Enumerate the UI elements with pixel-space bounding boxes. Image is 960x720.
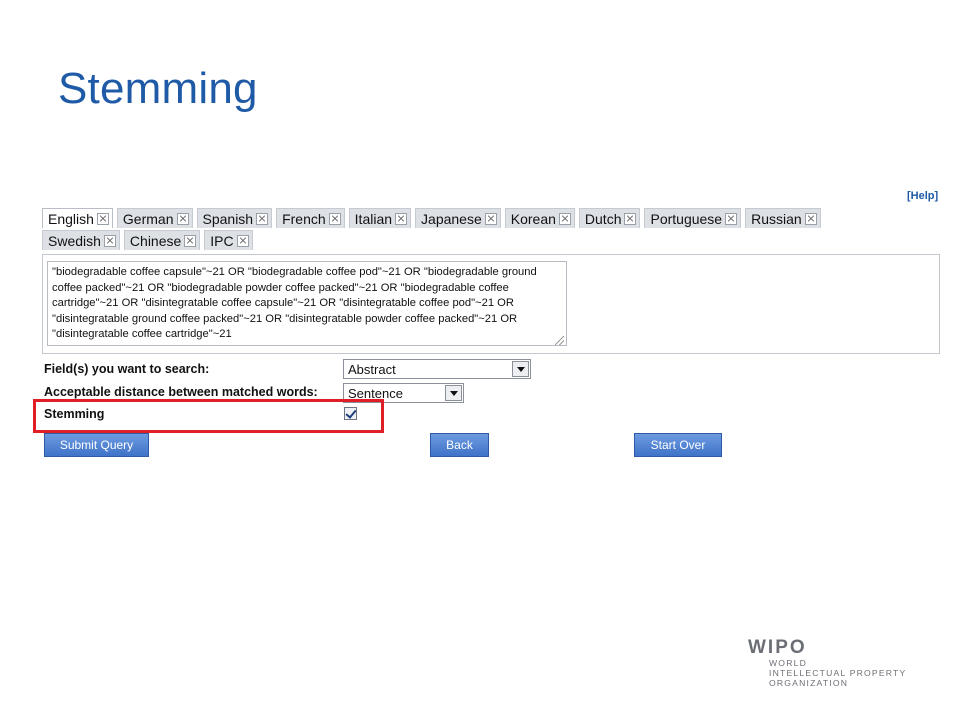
- wipo-logo-line-3: ORGANIZATION: [769, 678, 849, 688]
- close-icon[interactable]: [256, 212, 269, 225]
- tab-chinese[interactable]: Chinese: [123, 230, 201, 250]
- wipo-logo: WIPO WORLD INTELLECTUAL PROPERTY ORGANIZ…: [748, 637, 907, 689]
- close-icon[interactable]: [558, 212, 571, 225]
- tab-label: German: [122, 210, 174, 227]
- close-icon[interactable]: [725, 212, 738, 225]
- tab-label: Spanish: [202, 210, 254, 227]
- close-icon[interactable]: [395, 212, 408, 225]
- tab-label: Swedish: [48, 232, 101, 249]
- tab-label: French: [282, 210, 326, 227]
- tab-french[interactable]: French: [276, 208, 345, 228]
- highlight-frame: [33, 399, 384, 433]
- tab-label: Russian: [751, 210, 802, 227]
- tab-english[interactable]: English: [42, 208, 113, 228]
- submit-query-button[interactable]: Submit Query: [44, 433, 149, 457]
- tab-russian[interactable]: Russian: [745, 208, 821, 228]
- close-icon[interactable]: [328, 212, 341, 225]
- start-over-button[interactable]: Start Over: [634, 433, 722, 457]
- wipo-logo-line-2: INTELLECTUAL PROPERTY: [769, 668, 907, 678]
- distance-label: Acceptable distance between matched word…: [44, 385, 318, 399]
- tab-ipc[interactable]: IPC: [204, 230, 253, 250]
- close-icon[interactable]: [103, 234, 116, 247]
- tab-label: Italian: [354, 210, 393, 227]
- tab-label: Japanese: [421, 210, 482, 227]
- help-link[interactable]: [Help]: [907, 190, 938, 202]
- query-textarea[interactable]: "biodegradable coffee capsule"~21 OR "bi…: [47, 261, 567, 346]
- tab-portuguese[interactable]: Portuguese: [644, 208, 742, 228]
- tab-label: Chinese: [129, 232, 182, 249]
- close-icon[interactable]: [804, 212, 817, 225]
- tab-italian[interactable]: Italian: [348, 208, 412, 228]
- fields-select[interactable]: Abstract: [343, 359, 531, 379]
- tab-korean[interactable]: Korean: [504, 208, 575, 228]
- tab-swedish[interactable]: Swedish: [42, 230, 120, 250]
- close-icon[interactable]: [484, 212, 497, 225]
- query-panel: "biodegradable coffee capsule"~21 OR "bi…: [42, 254, 940, 354]
- tab-label: English: [48, 210, 94, 227]
- language-tabs-row-2: Swedish Chinese IPC: [42, 230, 257, 251]
- tab-label: Portuguese: [650, 210, 723, 227]
- close-icon[interactable]: [96, 212, 109, 225]
- tab-label: Korean: [510, 210, 556, 227]
- close-icon[interactable]: [184, 234, 197, 247]
- language-tabs-row-1: English German Spanish French Italian Ja…: [42, 208, 825, 229]
- wipo-logo-line-1: WORLD: [769, 658, 807, 668]
- tab-label: IPC: [210, 232, 234, 249]
- chevron-down-icon[interactable]: [445, 385, 462, 401]
- tab-label: Dutch: [584, 210, 622, 227]
- tab-japanese[interactable]: Japanese: [415, 208, 501, 228]
- close-icon[interactable]: [236, 234, 249, 247]
- tab-german[interactable]: German: [116, 208, 193, 228]
- resize-grip-icon[interactable]: [555, 336, 564, 345]
- fields-label: Field(s) you want to search:: [44, 362, 210, 376]
- wipo-logo-mark: WIPO: [748, 637, 807, 658]
- tab-spanish[interactable]: Spanish: [196, 208, 273, 228]
- fields-select-value: Abstract: [348, 361, 396, 377]
- tab-dutch[interactable]: Dutch: [578, 208, 641, 228]
- chevron-down-icon[interactable]: [512, 361, 529, 377]
- back-button[interactable]: Back: [430, 433, 489, 457]
- close-icon[interactable]: [624, 212, 637, 225]
- page-title: Stemming: [58, 64, 258, 113]
- close-icon[interactable]: [176, 212, 189, 225]
